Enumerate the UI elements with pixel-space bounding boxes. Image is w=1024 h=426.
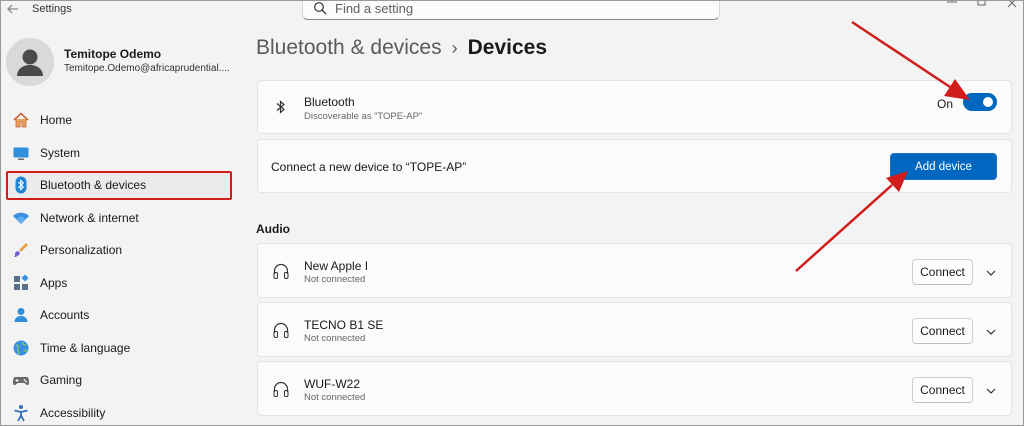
bluetooth-state-label: On (936, 97, 953, 111)
system-icon (12, 144, 30, 162)
add-device-button[interactable]: Add device (890, 153, 997, 180)
wifi-icon (12, 209, 30, 227)
connect-button[interactable]: Connect (912, 259, 973, 285)
globe-icon (12, 339, 30, 357)
audio-device-row[interactable]: New Apple I Not connected Connect (257, 243, 1012, 298)
sidebar-item-label: Bluetooth & devices (40, 178, 147, 193)
bluetooth-toggle[interactable] (963, 93, 997, 111)
audio-device-row[interactable]: TECNO B1 SE Not connected Connect (257, 302, 1012, 357)
headphones-icon (272, 262, 290, 280)
toggle-knob (983, 97, 993, 107)
sidebar-item-system[interactable]: System (0, 137, 240, 170)
profile-name: Temitope Odemo (64, 47, 162, 61)
window-controls (946, 0, 1018, 13)
sidebar-item-time-language[interactable]: Time & language (0, 332, 240, 365)
maximize-icon[interactable] (976, 0, 988, 13)
bluetooth-icon (12, 176, 30, 194)
apps-icon (12, 274, 30, 292)
sidebar-item-accounts[interactable]: Accounts (0, 299, 240, 332)
sidebar-item-label: Home (40, 113, 73, 128)
breadcrumb-separator: › (451, 38, 458, 58)
connect-button[interactable]: Connect (912, 377, 973, 403)
sidebar-nav: Home System Bluetooth & devices Network … (0, 104, 240, 426)
bluetooth-title: Bluetooth (304, 95, 355, 109)
headphones-icon (272, 380, 290, 398)
sidebar-item-label: Accounts (40, 308, 90, 323)
sidebar-item-label: Apps (40, 275, 68, 290)
audio-section-label: Audio (256, 222, 290, 236)
bluetooth-symbol-icon (272, 98, 290, 116)
device-status: Not connected (304, 333, 366, 344)
chevron-down-icon[interactable] (985, 325, 997, 337)
bluetooth-card: Bluetooth Discoverable as “TOPE-AP” On (257, 80, 1012, 134)
chevron-down-icon[interactable] (985, 384, 997, 396)
sidebar-item-label: Accessibility (40, 405, 106, 420)
sidebar-item-bluetooth-devices[interactable]: Bluetooth & devices (0, 169, 240, 202)
sidebar-item-personalization[interactable]: Personalization (0, 234, 240, 267)
sidebar-item-home[interactable]: Home (0, 104, 240, 137)
device-name: New Apple I (304, 259, 369, 273)
avatar[interactable] (6, 38, 54, 86)
search-icon (313, 1, 327, 15)
sidebar-item-label: Time & language (40, 340, 131, 355)
close-icon[interactable] (1006, 0, 1018, 13)
bluetooth-subtitle: Discoverable as “TOPE-AP” (304, 111, 423, 122)
breadcrumb-parent[interactable]: Bluetooth & devices (256, 36, 442, 59)
headphones-icon (272, 321, 290, 339)
search-input[interactable] (335, 0, 705, 17)
accessibility-icon (12, 404, 30, 422)
audio-device-row[interactable]: WUF-W22 Not connected Connect (257, 361, 1012, 416)
device-status: Not connected (304, 392, 366, 403)
minimize-icon[interactable] (946, 0, 958, 13)
accounts-icon (12, 306, 30, 324)
add-device-card: Connect a new device to “TOPE-AP” Add de… (257, 139, 1012, 193)
page-title: Devices (467, 36, 548, 59)
sidebar-item-apps[interactable]: Apps (0, 267, 240, 300)
device-status: Not connected (304, 274, 366, 285)
search-box[interactable] (302, 0, 720, 20)
device-name: WUF-W22 (304, 377, 360, 391)
profile-email: Temitope.Odemo@africaprudential.... (64, 63, 230, 74)
sidebar-item-gaming[interactable]: Gaming (0, 364, 240, 397)
brush-icon (12, 241, 30, 259)
home-icon (12, 111, 30, 129)
sidebar-item-label: System (40, 145, 81, 160)
sidebar-item-label: Personalization (40, 243, 123, 258)
add-device-text: Connect a new device to “TOPE-AP” (271, 160, 467, 174)
chevron-down-icon[interactable] (985, 266, 997, 278)
window-title: Settings (32, 3, 72, 15)
breadcrumb: Bluetooth & devices › Devices (256, 36, 547, 60)
sidebar-item-network[interactable]: Network & internet (0, 202, 240, 235)
connect-button[interactable]: Connect (912, 318, 973, 344)
device-name: TECNO B1 SE (304, 318, 384, 332)
back-arrow-icon[interactable] (6, 2, 20, 16)
gamepad-icon (12, 371, 30, 389)
sidebar-item-label: Network & internet (40, 210, 139, 225)
sidebar-item-label: Gaming (40, 373, 83, 388)
sidebar-item-accessibility[interactable]: Accessibility (0, 397, 240, 426)
